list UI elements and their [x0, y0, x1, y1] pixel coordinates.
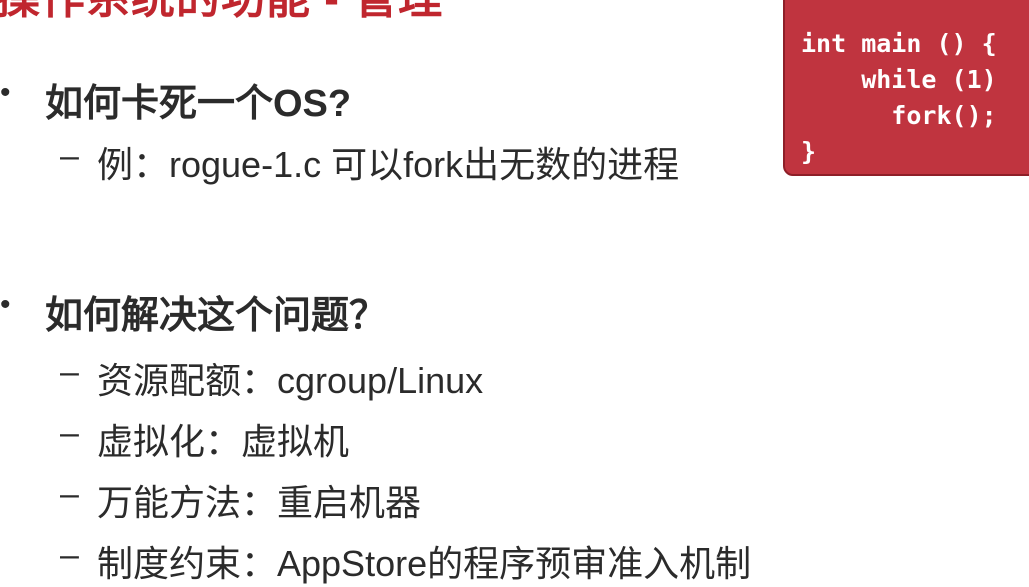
sub-item: – 制度约束：AppStore的程序预审准入机制 [0, 535, 860, 584]
code-snippet: int main () { while (1) fork(); } [801, 26, 997, 170]
dash-marker: – [60, 137, 79, 175]
sub-item: – 例：rogue-1.c 可以fork出无数的进程 [0, 136, 760, 186]
sub-text: 虚拟化：虚拟机 [97, 421, 350, 462]
code-box: int main () { while (1) fork(); } [783, 0, 1029, 176]
dash-marker: – [60, 536, 79, 574]
sub-text: 例：rogue-1.c 可以fork出无数的进程 [97, 144, 680, 185]
sub-text: 万能方法：重启机器 [97, 482, 422, 523]
bullet-dot: • [0, 288, 11, 321]
dash-marker: – [60, 353, 79, 391]
sub-item: – 万能方法：重启机器 [0, 474, 760, 524]
sub-text: 资源配额：cgroup/Linux [97, 360, 484, 401]
slide-title: 操作系统的功能 - 管理 [0, 0, 443, 26]
bullet-text: 如何解决这个问题？ [45, 295, 388, 337]
sub-item: – 虚拟化：虚拟机 [0, 413, 760, 463]
bullet-item: • 如何卡死一个OS? [0, 72, 760, 125]
code-line: fork(); [801, 101, 997, 130]
bullet-item: • 如何解决这个问题？ [0, 284, 760, 337]
dash-marker: – [60, 414, 79, 452]
bullet-dot: • [0, 76, 11, 109]
sub-item: – 资源配额：cgroup/Linux [0, 352, 760, 402]
code-line: while (1) [801, 65, 997, 94]
sub-text: 制度约束：AppStore的程序预审准入机制 [97, 543, 752, 584]
dash-marker: – [60, 475, 79, 513]
code-line: } [801, 137, 817, 166]
code-line: int main () { [801, 29, 997, 58]
bullet-text: 如何卡死一个OS? [45, 83, 352, 125]
